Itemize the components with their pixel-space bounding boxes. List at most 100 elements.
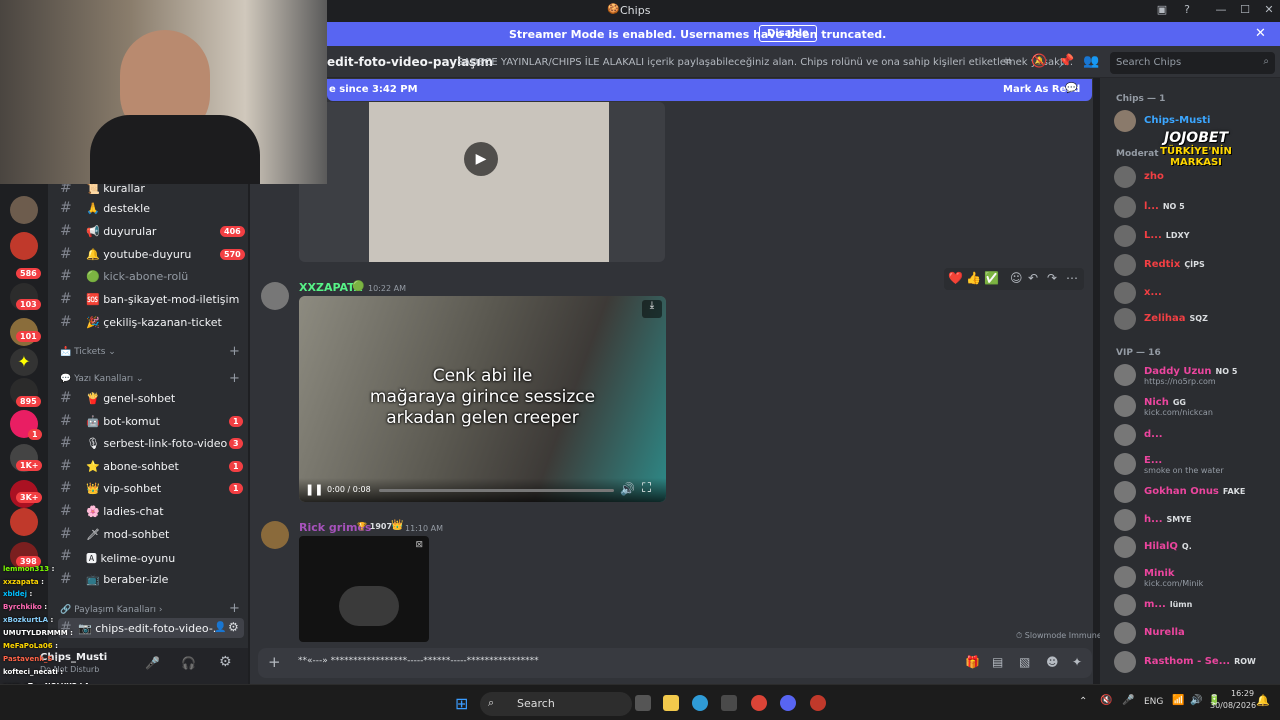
member-list-icon[interactable]: 👥 xyxy=(1083,54,1099,69)
volume-icon[interactable]: 🔊 xyxy=(1190,695,1202,706)
notification-bell-icon[interactable]: 🔕 xyxy=(1031,54,1047,69)
file-explorer-icon[interactable] xyxy=(663,695,679,711)
server-badge: 1 xyxy=(28,429,42,440)
category-yazi-kanallari[interactable]: 💬 Yazı Kanalları ⌄ xyxy=(60,374,144,384)
disable-streamer-mode-button[interactable]: Disable xyxy=(759,25,817,42)
volume-icon[interactable]: 🔊 xyxy=(620,482,635,496)
video-attachment[interactable]: ▶ xyxy=(299,102,665,262)
tray-chevron-icon[interactable]: ⌃ xyxy=(1079,696,1087,707)
pause-icon[interactable]: ❚❚ xyxy=(305,483,323,496)
avatar xyxy=(1114,536,1136,558)
minimize-icon[interactable]: — xyxy=(1214,3,1228,17)
reaction-check-icon[interactable]: ✅ xyxy=(984,271,999,285)
image-attachment[interactable]: ⊠ xyxy=(299,536,429,642)
close-icon[interactable]: ✕ xyxy=(1262,3,1276,17)
member-name: Redtix ÇİPS xyxy=(1144,259,1205,270)
user-settings-icon[interactable]: ⚙ xyxy=(219,654,232,670)
app-icon[interactable] xyxy=(810,695,826,711)
pin-icon[interactable]: 📌 xyxy=(1058,54,1074,69)
avatar[interactable] xyxy=(261,282,289,310)
more-icon[interactable]: ⋯ xyxy=(1066,271,1078,285)
member-name: x... xyxy=(1144,287,1162,298)
mark-read-icon: 💬 xyxy=(1065,83,1078,94)
server-icon[interactable] xyxy=(10,232,38,260)
add-channel-icon[interactable]: + xyxy=(229,344,240,359)
message-input[interactable]: + **«---» *****************-----******--… xyxy=(258,648,1092,678)
channel-topic[interactable]: SADECE YAYINLAR/CHIPS İLE ALAKALI içerik… xyxy=(457,57,1073,68)
language-indicator[interactable]: ENG xyxy=(1144,697,1163,707)
play-icon[interactable]: ▶ xyxy=(464,142,498,176)
mute-icon[interactable]: 🔇 xyxy=(1100,695,1112,706)
attach-plus-icon[interactable]: + xyxy=(268,653,281,671)
headphones-icon[interactable]: 🎧 xyxy=(181,656,196,670)
threads-icon[interactable]: ⌗ xyxy=(1004,54,1011,69)
windows-start-icon[interactable]: ⊞ xyxy=(455,694,468,713)
video-progress-track[interactable] xyxy=(379,489,614,492)
sticker-icon[interactable]: ▧ xyxy=(1019,655,1030,669)
category-tickets[interactable]: 📩 Tickets ⌄ xyxy=(60,347,116,357)
download-icon[interactable]: ⤓ xyxy=(642,300,662,318)
avatar xyxy=(1114,481,1136,503)
inbox-icon[interactable]: ▣ xyxy=(1155,3,1169,17)
member-name: l... NO 5 xyxy=(1144,201,1185,212)
reply-icon[interactable]: ↶ xyxy=(1028,271,1038,285)
clock-time[interactable]: 16:29 xyxy=(1231,689,1254,698)
member-name: HilalQ Q. xyxy=(1144,541,1192,552)
server-icon[interactable] xyxy=(10,508,38,536)
gif-icon[interactable]: ▤ xyxy=(992,655,1003,669)
member-name: Minik xyxy=(1144,568,1175,579)
streamer-shirt xyxy=(90,115,260,184)
microphone-icon[interactable]: 🎤 xyxy=(145,656,160,670)
maximize-icon[interactable]: ☐ xyxy=(1238,3,1252,17)
stream-chat-line: Pastavenk_S : xyxy=(3,655,58,663)
search-icon: ⌕ xyxy=(1263,56,1269,67)
image-content xyxy=(339,586,399,626)
reaction-thumbsup-icon[interactable]: 👍 xyxy=(966,271,981,285)
server-icon[interactable] xyxy=(10,196,38,224)
member-name: h... SMYE xyxy=(1144,514,1192,525)
emoji-icon[interactable]: ☻ xyxy=(1046,655,1059,669)
add-member-icon[interactable]: 👤 xyxy=(214,622,226,633)
member-tag: GG xyxy=(1172,398,1186,407)
mic-icon[interactable]: 🎤 xyxy=(1122,695,1134,706)
clock-date[interactable]: 30/08/2026 xyxy=(1210,701,1256,710)
avatar xyxy=(1114,395,1136,417)
member-tag: ROW xyxy=(1234,657,1256,666)
chrome-icon[interactable] xyxy=(751,695,767,711)
close-banner-icon[interactable]: ✕ xyxy=(1255,26,1266,41)
member-category: Moderat xyxy=(1116,149,1159,159)
sponsor-logo: JOJOBET TÜRKİYE'NİN MARKASI xyxy=(1160,130,1232,168)
stream-chat-line: UMUTYLDRMMM : xyxy=(3,629,73,637)
help-icon[interactable]: ? xyxy=(1180,3,1194,17)
spoiler-icon[interactable]: ⊠ xyxy=(415,540,423,550)
channel-settings-icon[interactable]: ⚙ xyxy=(228,620,239,634)
search-input[interactable]: Search Chips ⌕ xyxy=(1110,52,1275,74)
wifi-icon[interactable]: 📶 xyxy=(1172,695,1184,706)
task-view-icon[interactable] xyxy=(635,695,651,711)
server-icon[interactable]: ✦ xyxy=(10,348,38,376)
server-badge: 586 xyxy=(16,268,41,279)
store-icon[interactable] xyxy=(721,695,737,711)
reaction-heart-icon[interactable]: ❤️ xyxy=(948,271,963,285)
forward-icon[interactable]: ↷ xyxy=(1047,271,1057,285)
new-messages-bar[interactable]: e since 3:42 PM Mark As Read 💬 xyxy=(327,79,1092,101)
taskbar-search[interactable]: ⌕ Search xyxy=(480,692,632,716)
add-channel-icon[interactable]: + xyxy=(229,601,240,616)
user-tag: 🏆 1907 xyxy=(357,522,393,531)
notification-icon[interactable]: 🔔 xyxy=(1256,694,1270,707)
add-reaction-icon[interactable]: ☺ xyxy=(1010,271,1023,285)
new-messages-text: e since 3:42 PM xyxy=(329,84,418,95)
category-paylasim[interactable]: 🔗 Paylaşım Kanalları › xyxy=(60,605,162,615)
discord-icon[interactable] xyxy=(780,695,796,711)
add-channel-icon[interactable]: + xyxy=(229,371,240,386)
edge-icon[interactable] xyxy=(692,695,708,711)
member-name: Daddy Uzun NO 5 xyxy=(1144,366,1238,377)
stream-chat-line: lemmon313 : xyxy=(3,565,55,573)
member-tag: FAKE xyxy=(1222,487,1246,496)
message-input-text[interactable]: **«---» *****************-----******----… xyxy=(298,656,539,666)
video-player[interactable]: ⤓ Cenk abi ile mağaraya girince sessizce… xyxy=(299,296,666,502)
apps-icon[interactable]: ✦ xyxy=(1072,655,1082,669)
fullscreen-icon[interactable]: ⛶ xyxy=(642,481,651,496)
gift-icon[interactable]: 🎁 xyxy=(965,655,980,669)
avatar[interactable] xyxy=(261,521,289,549)
